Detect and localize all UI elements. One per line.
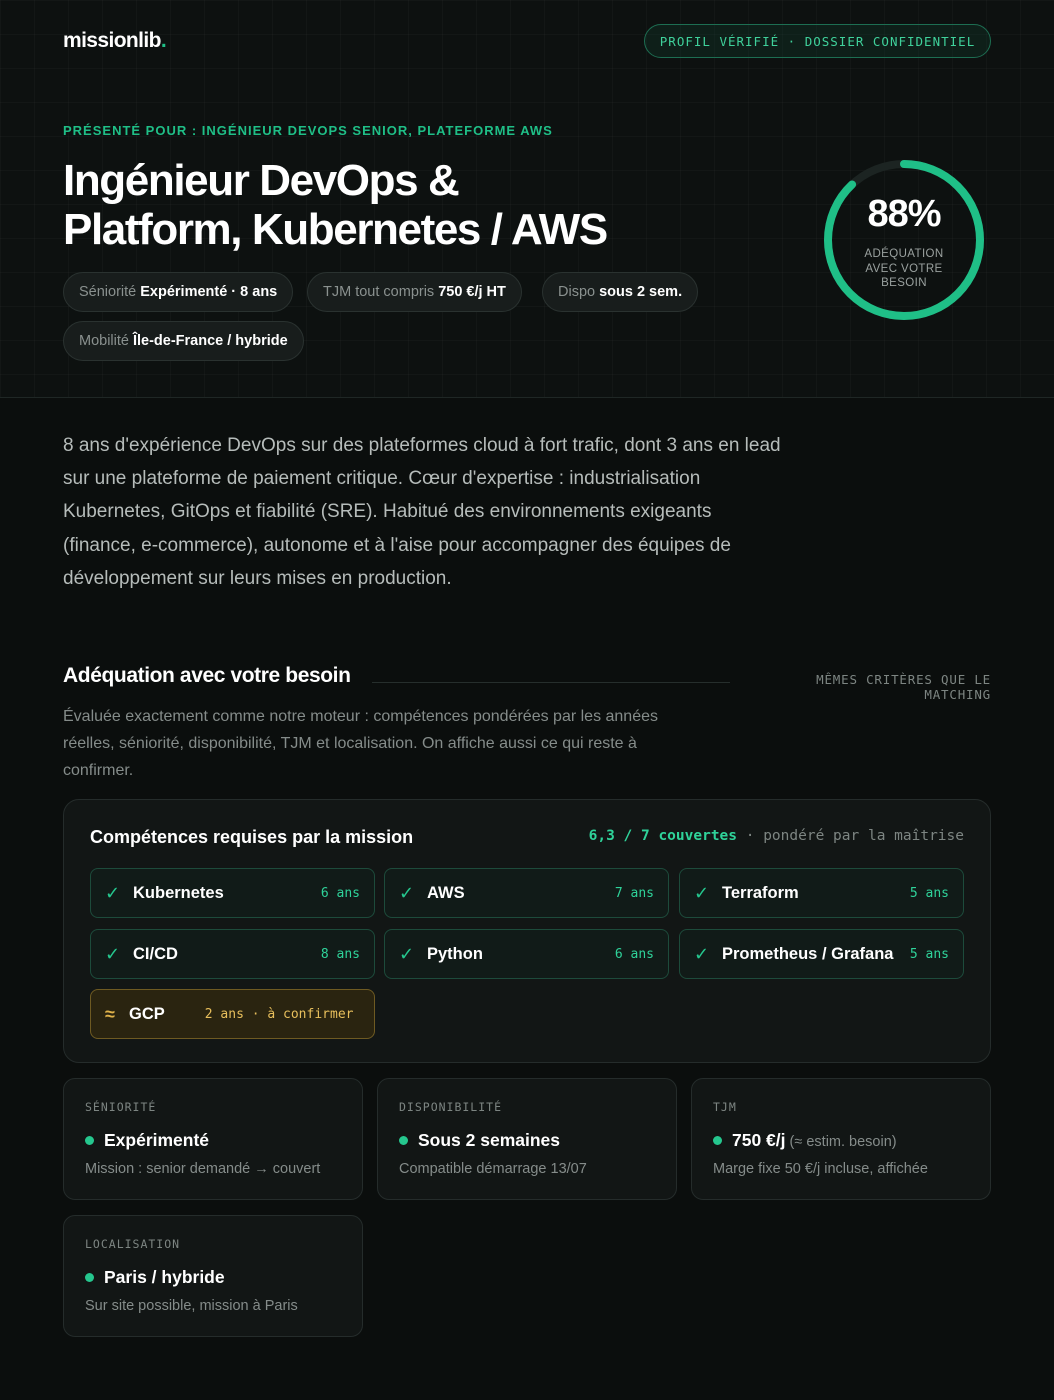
section-title: Adéquation avec votre besoin	[63, 664, 351, 687]
skill-tag: ✓ Terraform 5 ans	[679, 868, 964, 918]
criterion-value-text: Sous 2 semaines	[418, 1130, 561, 1150]
status-dot-icon	[85, 1136, 94, 1145]
criterion-value-note: (≈ estim. besoin)	[789, 1134, 897, 1150]
profile-hero: missionlib. PROFIL VÉRIFIÉ · DOSSIER CON…	[0, 0, 1054, 398]
profile-title-line2: Platform, Kubernetes / AWS	[63, 205, 608, 254]
criterion-label: TJM	[713, 1100, 737, 1114]
skill-years: 6 ans	[614, 946, 654, 962]
skill-tag: ✓ Prometheus / Grafana 5 ans	[679, 929, 964, 979]
skill-name: Prometheus / Grafana	[722, 944, 894, 963]
chip-key: TJM tout compris	[323, 284, 435, 300]
criterion-value: 750 €/j (≈ estim. besoin)	[732, 1130, 897, 1151]
logo-dot: .	[160, 29, 167, 52]
section-divider	[372, 682, 730, 683]
criterion-label: DISPONIBILITÉ	[399, 1100, 503, 1114]
skill-name: CI/CD	[133, 944, 178, 963]
status-dot-icon	[85, 1273, 94, 1282]
chip-value: sous 2 sem.	[599, 284, 683, 300]
skill-years: 5 ans	[909, 946, 949, 962]
chip-key: Dispo	[558, 284, 596, 300]
profile-title-line1: Ingénieur DevOps &	[63, 156, 460, 205]
criterion-seniority: SÉNIORITÉ Expérimenté Mission : senior d…	[63, 1078, 363, 1200]
check-icon: ✓	[694, 882, 710, 903]
criterion-detail: Marge fixe 50 €/j incluse, affichée	[713, 1161, 928, 1177]
skills-coverage-note: · pondéré par la maîtrise	[737, 828, 964, 844]
check-icon: ✓	[105, 943, 121, 964]
skills-coverage-value: 6,3 / 7 couvertes	[588, 828, 738, 844]
criterion-value-text: Expérimenté	[104, 1130, 210, 1150]
chip-availability: Dispo sous 2 sem.	[542, 272, 699, 312]
skill-years: 8 ans	[320, 946, 360, 962]
status-dot-icon	[713, 1136, 722, 1145]
check-icon: ✓	[399, 943, 415, 964]
chip-tjm: TJM tout compris 750 €/j HT	[307, 272, 522, 312]
chip-key: Mobilité	[79, 333, 129, 349]
chip-value: Île-de-France / hybride	[132, 333, 288, 349]
check-icon: ✓	[694, 943, 710, 964]
skill-name: Kubernetes	[133, 883, 224, 902]
skill-tag: ✓ AWS 7 ans	[384, 868, 669, 918]
match-gauge	[824, 160, 984, 320]
match-label: Adéquation avec votre besoin	[864, 248, 944, 289]
check-icon: ✓	[399, 882, 415, 903]
profile-title: Ingénieur DevOps & Platform, Kubernetes …	[63, 156, 703, 254]
approx-icon: ≈	[105, 1003, 115, 1024]
status-dot-icon	[399, 1136, 408, 1145]
criterion-detail: Compatible démarrage 13/07	[399, 1161, 587, 1177]
chip-seniority: Séniorité Expérimenté · 8 ans	[63, 272, 294, 312]
skill-name: GCP	[129, 1004, 165, 1023]
criterion-tjm: TJM 750 €/j (≈ estim. besoin) Marge fixe …	[691, 1078, 991, 1200]
presented-for-label: Présenté pour : Ingénieur DevOps Senior,…	[63, 123, 553, 138]
skill-tag: ✓ CI/CD 8 ans	[90, 929, 375, 979]
criterion-detail: Mission : senior demandé → couvert	[85, 1161, 321, 1177]
logo[interactable]: missionlib.	[63, 29, 167, 53]
verified-badge: PROFIL VÉRIFIÉ · DOSSIER CONFIDENTIEL	[644, 24, 991, 58]
chip-mobility: Mobilité Île-de-France / hybride	[63, 321, 304, 361]
criterion-value-text: 750 €/j	[732, 1130, 786, 1150]
section-description: Évaluée exactement comme notre moteur : …	[63, 708, 658, 779]
check-icon: ✓	[105, 882, 121, 903]
criterion-value: Expérimenté	[104, 1130, 209, 1151]
criterion-detail: Sur site possible, mission à Paris	[85, 1298, 298, 1314]
skill-tag: ✓ Kubernetes 6 ans	[90, 868, 375, 918]
skill-years: 2 ans · à confirmer	[204, 1006, 354, 1022]
section-note: MÊMES CRITÈRES QUE LE MATCHING	[816, 672, 991, 702]
skills-coverage: 6,3 / 7 couvertes · pondéré par la maîtr…	[560, 828, 964, 844]
match-gauge-arc	[824, 160, 984, 320]
chip-key: Séniorité	[79, 284, 137, 300]
skill-years: 5 ans	[909, 885, 949, 901]
skills-title: Compétences requises par la mission	[90, 827, 414, 847]
criterion-location: LOCALISATION Paris / hybride Sur site po…	[63, 1215, 363, 1337]
skill-name: Terraform	[722, 883, 799, 902]
criterion-label: SÉNIORITÉ	[85, 1100, 157, 1114]
criterion-availability: DISPONIBILITÉ Sous 2 semaines Compatible…	[377, 1078, 677, 1200]
profile-summary: 8 ans d'expérience DevOps sur des platef…	[63, 435, 781, 589]
skill-tag: ✓ Python 6 ans	[384, 929, 669, 979]
skill-name: AWS	[427, 883, 465, 902]
chip-value: 750 €/j HT	[438, 284, 506, 300]
criterion-value: Paris / hybride	[104, 1267, 225, 1288]
criterion-value: Sous 2 semaines	[418, 1130, 560, 1151]
match-percent: 88%	[867, 193, 941, 235]
skill-years: 6 ans	[320, 885, 360, 901]
logo-text: missionlib	[63, 29, 161, 52]
criterion-label: LOCALISATION	[85, 1237, 181, 1251]
chip-value: Expérimenté · 8 ans	[140, 284, 278, 300]
skill-years: 7 ans	[614, 885, 654, 901]
skill-tag-to-confirm: ≈ GCP 2 ans · à confirmer	[90, 989, 375, 1039]
skill-name: Python	[427, 944, 483, 963]
criterion-value-text: Paris / hybride	[104, 1267, 225, 1287]
